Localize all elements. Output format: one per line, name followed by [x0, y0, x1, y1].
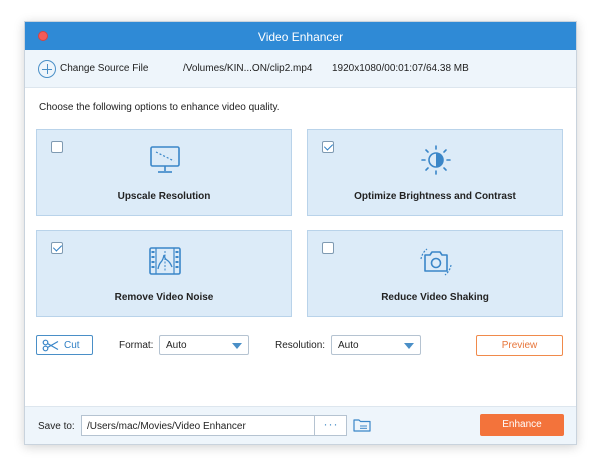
brightness-icon	[418, 144, 454, 176]
source-file-path: /Volumes/KIN...ON/clip2.mp4	[183, 63, 313, 74]
add-circle-icon[interactable]	[38, 60, 56, 78]
option-label: Upscale Resolution	[117, 191, 211, 202]
title-bar: Video Enhancer	[25, 22, 576, 50]
optimize-brightness-checkbox[interactable]	[322, 141, 334, 153]
option-label: Reduce Video Shaking	[381, 292, 489, 303]
upscale-resolution-checkbox[interactable]	[51, 141, 63, 153]
option-remove-video-noise[interactable]: Remove Video Noise	[36, 230, 292, 317]
source-file-bar: Change Source File /Volumes/KIN...ON/cli…	[25, 50, 576, 88]
monitor-icon	[147, 144, 183, 176]
reduce-video-shaking-checkbox[interactable]	[322, 242, 334, 254]
change-source-file-button[interactable]: Change Source File	[60, 63, 148, 74]
window-title: Video Enhancer	[257, 30, 344, 44]
save-to-label: Save to:	[38, 421, 75, 432]
save-bar: Save to: /Users/mac/Movies/Video Enhance…	[25, 406, 576, 444]
folder-icon[interactable]	[353, 418, 371, 437]
enhance-button[interactable]: Enhance	[480, 414, 564, 436]
resolution-label: Resolution:	[275, 340, 326, 351]
option-label: Optimize Brightness and Contrast	[354, 191, 516, 202]
format-label: Format:	[119, 340, 154, 351]
instruction-text: Choose the following options to enhance …	[39, 102, 280, 113]
option-optimize-brightness[interactable]: Optimize Brightness and Contrast	[307, 129, 563, 216]
chevron-down-icon	[404, 343, 414, 349]
source-file-meta: 1920x1080/00:01:07/64.38 MB	[332, 63, 469, 74]
option-upscale-resolution[interactable]: Upscale Resolution	[36, 129, 292, 216]
option-label: Remove Video Noise	[114, 292, 214, 303]
film-noise-icon	[147, 245, 183, 277]
camera-stabilize-icon	[418, 245, 454, 277]
preview-button[interactable]: Preview	[476, 335, 563, 356]
scissors-icon	[42, 339, 60, 357]
chevron-down-icon	[232, 343, 242, 349]
format-value: Auto	[166, 340, 187, 351]
option-reduce-video-shaking[interactable]: Reduce Video Shaking	[307, 230, 563, 317]
browse-button[interactable]: ···	[315, 416, 347, 435]
cut-label: Cut	[64, 340, 80, 351]
format-select[interactable]: Auto	[159, 335, 249, 355]
save-path-value: /Users/mac/Movies/Video Enhancer	[87, 421, 246, 432]
remove-video-noise-checkbox[interactable]	[51, 242, 63, 254]
resolution-value: Auto	[338, 340, 359, 351]
resolution-select[interactable]: Auto	[331, 335, 421, 355]
save-path-field[interactable]: /Users/mac/Movies/Video Enhancer ···	[81, 415, 347, 436]
video-enhancer-window: Video Enhancer Change Source File /Volum…	[24, 21, 577, 445]
cut-button[interactable]: Cut	[36, 335, 93, 355]
